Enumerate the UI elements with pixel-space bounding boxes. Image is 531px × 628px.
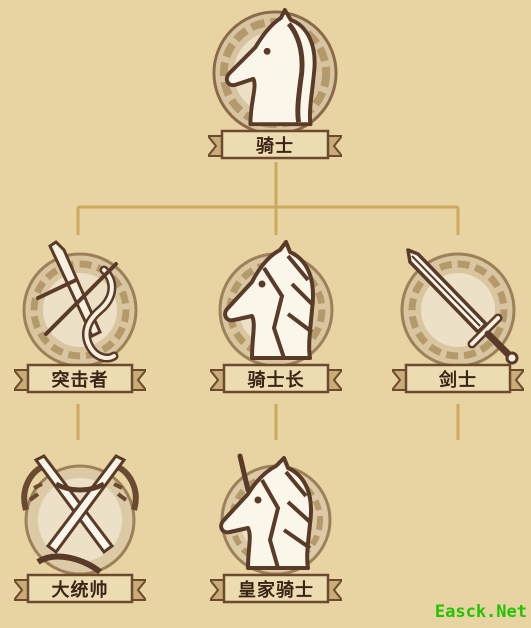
class-name-label: 骑士长 [247,370,305,391]
class-node-grand-marshal[interactable]: 大统帅 [10,450,150,610]
class-ribbon: 剑士 [389,362,527,396]
class-name-label: 皇家骑士 [238,580,314,601]
class-ribbon: 骑士长 [207,362,345,396]
class-ribbon: 皇家骑士 [207,572,345,606]
class-name-label: 剑士 [439,370,477,391]
class-tree: 骑士 突击者 骑士长 剑士 大统帅 皇家骑士 Easck.Net [0,0,531,628]
unicorn-knight-icon [219,453,332,576]
class-node-assaulter[interactable]: 突击者 [10,240,150,400]
class-node-swordsman[interactable]: 剑士 [388,240,528,400]
class-node-royal-knight[interactable]: 皇家骑士 [206,450,346,610]
class-ribbon: 骑士 [205,128,345,162]
class-node-knight-captain[interactable]: 骑士长 [206,240,346,400]
sword-icon [400,248,519,368]
class-ribbon: 大统帅 [11,572,149,606]
crossed-swords-laurel-icon [21,454,139,576]
class-name-label: 骑士 [256,136,294,157]
class-name-label: 大统帅 [51,580,109,601]
armored-horse-icon [218,240,334,368]
crossed-swords-icon [22,240,138,368]
class-ribbon: 突击者 [11,362,149,396]
horse-head-icon [212,8,338,136]
class-name-label: 突击者 [51,370,109,391]
watermark: Easck.Net [434,602,527,622]
class-node-knight[interactable]: 骑士 [200,0,350,165]
